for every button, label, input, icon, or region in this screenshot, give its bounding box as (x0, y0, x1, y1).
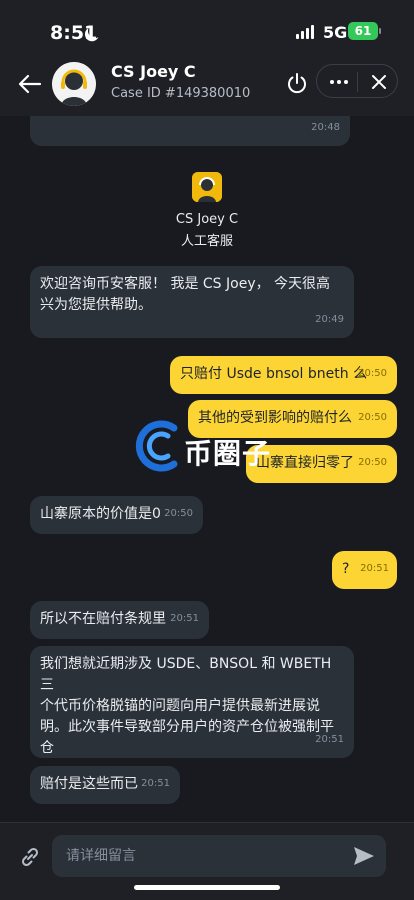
message-incoming: 欢迎咨询币安客服！ 我是 CS Joey， 今天很高 兴为您提供帮助。 20:4… (30, 266, 354, 338)
more-icon[interactable] (327, 71, 351, 93)
agent-card-role: 人工客服 (180, 234, 233, 249)
message-field[interactable] (52, 835, 386, 877)
network-type: 5G (323, 23, 348, 42)
message-time: 20:50 (164, 508, 193, 519)
message-line: 个代币价格脱锚的问题向用户提供最新进展说 (40, 698, 320, 714)
message-time: 20:50 (358, 412, 387, 423)
agent-avatar-small (192, 172, 222, 202)
battery-tip (379, 28, 381, 34)
message-incoming: 所以不在赔付条规里 20:51 (30, 601, 209, 639)
message-line: 只赔付 Usde bnsol bneth 么 (180, 366, 368, 382)
chat-header: CS Joey C Case ID #149380010 (0, 60, 414, 116)
chat-area[interactable]: 20:48 CS Joey C 人工客服 欢迎咨询币安客服！ 我是 CS Joe… (0, 116, 414, 822)
message-time: 20:48 (311, 122, 340, 133)
message-input[interactable] (66, 835, 336, 877)
divider (357, 72, 358, 92)
message-time: 20:51 (315, 734, 344, 745)
agent-avatar (52, 62, 96, 106)
message-line: 仓 (40, 740, 54, 756)
watermark: 币圈子 (134, 416, 294, 476)
message-incoming: 我们想就近期涉及 USDE、BNSOL 和 WBETH 三 个代币价格脱锚的问题… (30, 646, 354, 758)
message-line: 所以不在赔付条规里 (40, 611, 166, 627)
message-line: 山寨原本的价值是0 (40, 506, 161, 522)
watermark-logo-icon (135, 420, 178, 472)
message-time: 20:49 (315, 314, 344, 325)
home-indicator (134, 885, 280, 890)
agent-card: CS Joey C 人工客服 (157, 172, 257, 249)
message-time: 20:50 (358, 368, 387, 379)
signal-icon (296, 25, 314, 39)
message-time: 20:51 (170, 613, 199, 624)
message-time: 20:51 (360, 563, 389, 574)
send-icon[interactable] (352, 845, 376, 867)
message-incoming: 山寨原本的价值是0 20:50 (30, 496, 203, 534)
previous-message: 20:48 (30, 116, 350, 146)
status-bar: 8:51 5G 61 (0, 0, 414, 60)
case-id: Case ID #149380010 (111, 86, 251, 101)
message-line: 兴为您提供帮助。 (40, 297, 152, 313)
back-arrow-icon[interactable] (16, 70, 44, 98)
header-actions (316, 64, 398, 98)
agent-card-name: CS Joey C (175, 212, 239, 227)
message-line: ? (342, 561, 350, 577)
close-icon[interactable] (367, 70, 391, 94)
agent-name: CS Joey C (111, 62, 196, 81)
link-icon[interactable] (18, 845, 42, 869)
power-icon[interactable] (284, 70, 310, 96)
message-line: 欢迎咨询币安客服！ 我是 CS Joey， 今天很高 (40, 276, 331, 292)
message-line: 明。此次事件导致部分用户的资产仓位被强制平 (40, 719, 334, 735)
message-outgoing: 只赔付 Usde bnsol bneth 么 20:50 (170, 356, 397, 394)
message-incoming: 赔付是这些而已 20:51 (30, 766, 180, 804)
message-line: 赔付是这些而已 (40, 776, 138, 792)
watermark-text: 币圈子 (184, 437, 272, 470)
battery-icon: 61 (348, 22, 378, 40)
message-line: 我们想就近期涉及 USDE、BNSOL 和 WBETH 三 (40, 656, 332, 693)
battery-level: 61 (354, 24, 372, 38)
message-time: 20:50 (358, 457, 387, 468)
message-time: 20:51 (141, 778, 170, 789)
message-outgoing: ? 20:51 (332, 551, 397, 589)
input-bar (0, 822, 414, 900)
